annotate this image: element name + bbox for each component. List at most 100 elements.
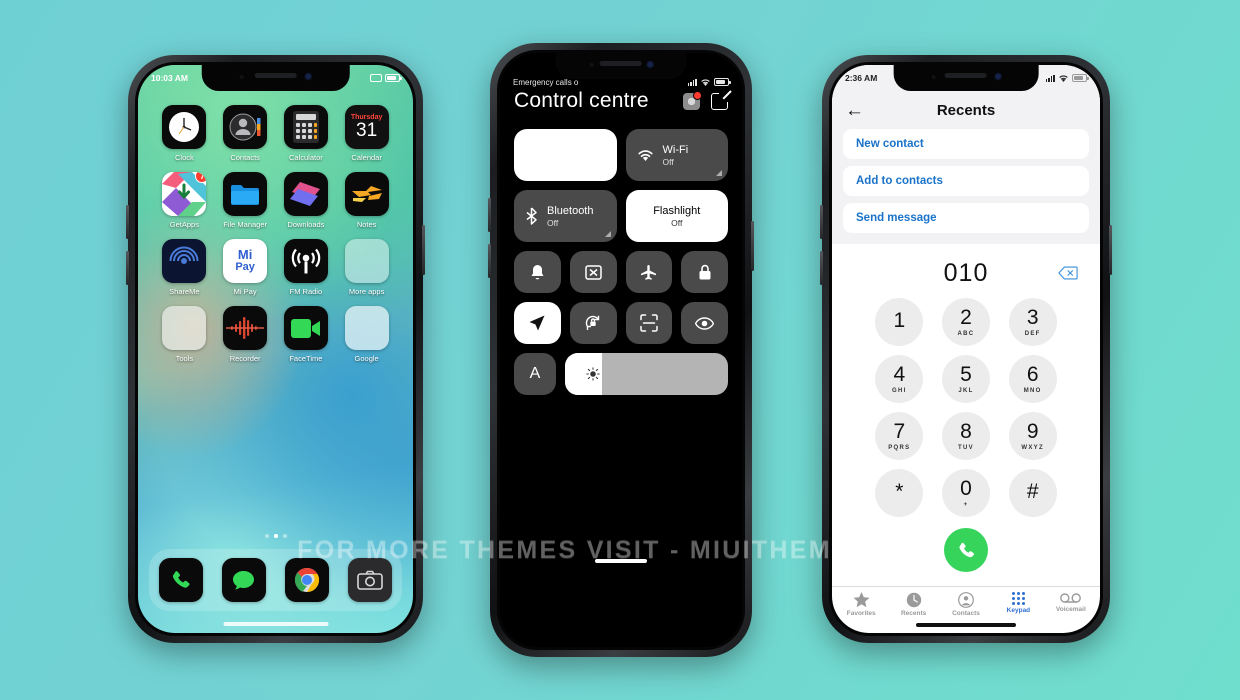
app-getapps[interactable]: 7 GetApps bbox=[154, 172, 215, 229]
action-add-to-contacts[interactable]: Add to contacts bbox=[843, 166, 1089, 196]
power-button[interactable] bbox=[1109, 225, 1112, 275]
tile-wifi[interactable]: Wi-Fi Off bbox=[625, 129, 728, 181]
power-button[interactable] bbox=[422, 225, 425, 275]
tab-label: Favorites bbox=[846, 610, 876, 617]
app-downloads[interactable]: Downloads bbox=[276, 172, 337, 229]
tools-folder-icon bbox=[162, 306, 207, 350]
wifi-icon bbox=[1059, 74, 1068, 82]
key-letters: JKL bbox=[958, 387, 974, 394]
app-shareme[interactable]: ShareMe bbox=[154, 239, 215, 296]
page-dot[interactable] bbox=[264, 534, 269, 538]
volume-down-button[interactable] bbox=[820, 251, 823, 285]
call-button[interactable] bbox=[944, 528, 988, 572]
home-indicator[interactable] bbox=[595, 559, 647, 563]
key-5[interactable]: 5 JKL bbox=[941, 355, 990, 403]
key-2[interactable]: 2 ABC bbox=[941, 298, 990, 346]
toggle-font-size[interactable]: A bbox=[514, 353, 556, 395]
dock bbox=[149, 549, 402, 611]
volume-down-button[interactable] bbox=[488, 244, 491, 278]
toggle-rotation-lock[interactable] bbox=[569, 302, 617, 344]
app-label: Calculator bbox=[288, 153, 323, 162]
contacts-icon bbox=[223, 105, 268, 149]
key-6[interactable]: 6 MNO bbox=[1008, 355, 1057, 403]
app-mipay[interactable]: Mi Pay Mi Pay bbox=[215, 239, 276, 296]
status-carrier: Emergency calls o bbox=[513, 77, 579, 87]
keypad: 1 2 ABC 3 DEF 4 GHI 5 JKL 6 MNO 7 PQRS 8 TUV 9W… bbox=[832, 298, 1100, 517]
phone-dialer: 2:36 AM ← Recents New contact Add to con… bbox=[820, 55, 1112, 643]
clock-icon bbox=[906, 592, 921, 608]
dock-camera-icon[interactable] bbox=[348, 558, 393, 602]
app-notes[interactable]: Notes bbox=[336, 172, 397, 229]
brightness-slider[interactable] bbox=[565, 353, 728, 395]
key-letters: TUV bbox=[958, 444, 974, 451]
volume-down-button[interactable] bbox=[126, 251, 129, 285]
tile-label: Wi-Fi bbox=[662, 143, 689, 156]
key-7[interactable]: 7 PQRS bbox=[875, 412, 924, 460]
action-send-message[interactable]: Send message bbox=[843, 203, 1089, 233]
action-new-contact[interactable]: New contact bbox=[843, 129, 1089, 159]
app-more-apps-folder[interactable]: More apps bbox=[336, 239, 397, 296]
tile-mobile-data[interactable] bbox=[514, 129, 617, 181]
toggle-airplane[interactable] bbox=[625, 251, 673, 293]
home-indicator[interactable] bbox=[916, 623, 1016, 627]
dock-phone-icon[interactable] bbox=[158, 558, 203, 602]
toggle-scan[interactable] bbox=[625, 302, 673, 344]
front-camera bbox=[647, 62, 653, 67]
getapps-icon: 7 bbox=[162, 172, 207, 216]
edit-pencil-icon[interactable] bbox=[711, 92, 728, 110]
expand-corner-icon[interactable] bbox=[604, 231, 611, 237]
home-screen: 10:03 AM Clock Contacts Calculator Thurs… bbox=[138, 65, 413, 633]
key-0[interactable]: 0 + bbox=[941, 469, 990, 517]
app-contacts[interactable]: Contacts bbox=[215, 105, 276, 162]
toggle-cast[interactable] bbox=[569, 251, 617, 293]
power-button[interactable] bbox=[751, 221, 754, 271]
app-clock[interactable]: Clock bbox=[154, 105, 215, 162]
tab-favorites[interactable]: Favorites bbox=[835, 592, 887, 617]
toggle-eye-care[interactable] bbox=[681, 302, 728, 344]
settings-gear-icon[interactable] bbox=[683, 90, 702, 110]
back-arrow-icon[interactable]: ← bbox=[845, 101, 875, 120]
key-digit: 4 bbox=[893, 363, 906, 387]
key-8[interactable]: 8 TUV bbox=[941, 412, 990, 460]
volume-up-button[interactable] bbox=[820, 205, 823, 239]
app-facetime[interactable]: FaceTime bbox=[276, 306, 337, 363]
volume-up-button[interactable] bbox=[126, 205, 129, 239]
tab-recents[interactable]: Recents bbox=[887, 592, 939, 617]
app-file-manager[interactable]: File Manager bbox=[215, 172, 276, 229]
phone-home-screen: 10:03 AM Clock Contacts Calculator Thurs… bbox=[126, 55, 425, 643]
app-calculator[interactable]: Calculator bbox=[276, 105, 337, 162]
tile-flashlight[interactable]: Flashlight Off bbox=[625, 190, 728, 242]
app-fm-radio[interactable]: FM Radio bbox=[276, 239, 337, 296]
tab-label: Contacts bbox=[952, 610, 980, 617]
dock-messages-icon[interactable] bbox=[221, 558, 266, 602]
key-3[interactable]: 3 DEF bbox=[1008, 298, 1057, 346]
key-4[interactable]: 4 GHI bbox=[875, 355, 924, 403]
tab-voicemail[interactable]: Voicemail bbox=[1045, 592, 1097, 617]
toggle-silent[interactable] bbox=[514, 251, 561, 293]
expand-corner-icon[interactable] bbox=[716, 170, 722, 176]
key-digit: 2 bbox=[960, 306, 972, 330]
airplane-icon bbox=[641, 264, 657, 280]
page-dot[interactable] bbox=[282, 534, 287, 538]
status-time: 10:03 AM bbox=[151, 73, 189, 83]
backspace-icon[interactable] bbox=[1058, 266, 1078, 280]
key-star[interactable]: * bbox=[875, 469, 924, 517]
app-google-folder[interactable]: Google bbox=[336, 306, 397, 363]
app-calendar[interactable]: Thursday 31 Calendar bbox=[336, 105, 397, 162]
home-indicator[interactable] bbox=[223, 622, 328, 626]
dock-chrome-icon[interactable] bbox=[285, 558, 330, 602]
key-hash[interactable]: # bbox=[1008, 469, 1057, 517]
app-tools-folder[interactable]: Tools bbox=[154, 306, 215, 363]
key-letters: PQRS bbox=[888, 444, 911, 451]
app-recorder[interactable]: Recorder bbox=[215, 306, 276, 363]
toggle-lock[interactable] bbox=[681, 251, 728, 293]
volume-up-button[interactable] bbox=[488, 198, 491, 232]
toggle-location[interactable] bbox=[514, 302, 561, 344]
app-label: ShareMe bbox=[169, 287, 200, 296]
key-9[interactable]: 9 WXYZ bbox=[1008, 412, 1057, 460]
tab-contacts[interactable]: Contacts bbox=[940, 592, 992, 617]
tab-keypad[interactable]: Keypad bbox=[992, 592, 1044, 617]
page-dot-active[interactable] bbox=[273, 534, 278, 538]
key-1[interactable]: 1 bbox=[875, 298, 924, 346]
tile-bluetooth[interactable]: Bluetooth Off bbox=[514, 190, 617, 242]
